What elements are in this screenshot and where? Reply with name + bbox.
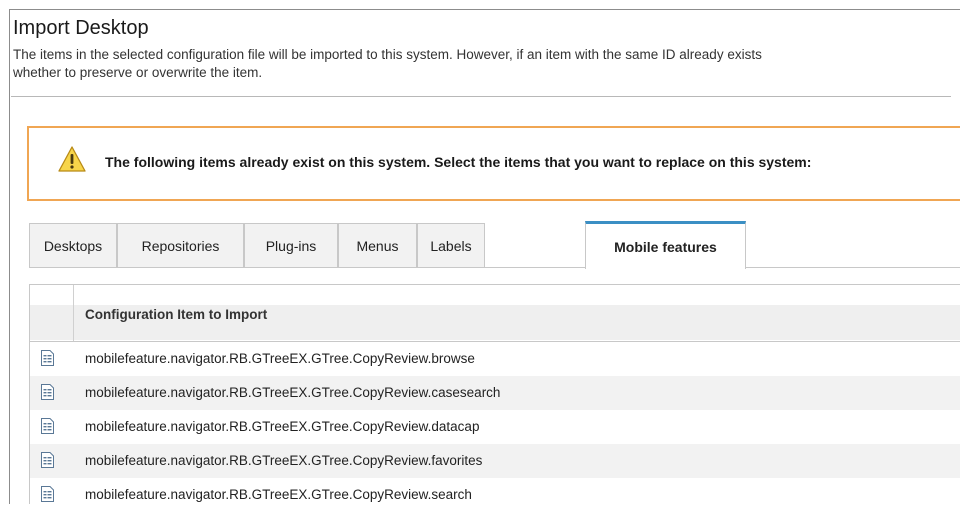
description-line-1: The items in the selected configuration … <box>13 47 762 62</box>
table-row[interactable]: mobilefeature.navigator.RB.GTreeEX.GTree… <box>30 342 960 376</box>
header-divider <box>11 96 951 97</box>
tab-plug-ins[interactable]: Plug-ins <box>244 223 338 267</box>
column-header-configuration-item[interactable]: Configuration Item to Import <box>85 307 267 322</box>
configuration-item-name: mobilefeature.navigator.RB.GTreeEX.GTree… <box>85 385 501 400</box>
table-row[interactable]: mobilefeature.navigator.RB.GTreeEX.GTree… <box>30 376 960 410</box>
item-type-tabs: Desktops Repositories Plug-ins Menus Lab… <box>29 221 960 269</box>
tab-menus[interactable]: Menus <box>338 223 417 267</box>
description-line-2: whether to preserve or overwrite the ite… <box>13 65 263 80</box>
table-row[interactable]: mobilefeature.navigator.RB.GTreeEX.GTree… <box>30 444 960 478</box>
tab-mobile-features[interactable]: Mobile features <box>585 221 746 269</box>
configuration-item-name: mobilefeature.navigator.RB.GTreeEX.GTree… <box>85 487 472 502</box>
configuration-item-name: mobilefeature.navigator.RB.GTreeEX.GTree… <box>85 453 483 468</box>
tabs-baseline <box>29 267 960 268</box>
tab-repositories[interactable]: Repositories <box>117 223 244 267</box>
table-row[interactable]: mobilefeature.navigator.RB.GTreeEX.GTree… <box>30 410 960 444</box>
document-icon <box>41 486 54 502</box>
grid-header-separator <box>73 285 74 341</box>
configuration-item-name: mobilefeature.navigator.RB.GTreeEX.GTree… <box>85 419 480 434</box>
configuration-item-name: mobilefeature.navigator.RB.GTreeEX.GTree… <box>85 351 475 366</box>
document-icon <box>41 384 54 400</box>
page-description: The items in the selected configuration … <box>13 46 960 82</box>
tab-labels[interactable]: Labels <box>417 223 485 267</box>
tab-desktops[interactable]: Desktops <box>29 223 117 267</box>
document-icon <box>41 452 54 468</box>
warning-text: The following items already exist on thi… <box>105 154 812 170</box>
warning-triangle-icon <box>58 146 86 172</box>
import-items-grid: Configuration Item to Import mobilefeatu… <box>29 284 960 504</box>
document-icon <box>41 418 54 434</box>
grid-header: Configuration Item to Import <box>30 285 960 342</box>
page-title: Import Desktop <box>13 17 149 39</box>
warning-message-box: The following items already exist on thi… <box>27 126 960 201</box>
document-icon <box>41 350 54 366</box>
table-row[interactable]: mobilefeature.navigator.RB.GTreeEX.GTree… <box>30 478 960 512</box>
